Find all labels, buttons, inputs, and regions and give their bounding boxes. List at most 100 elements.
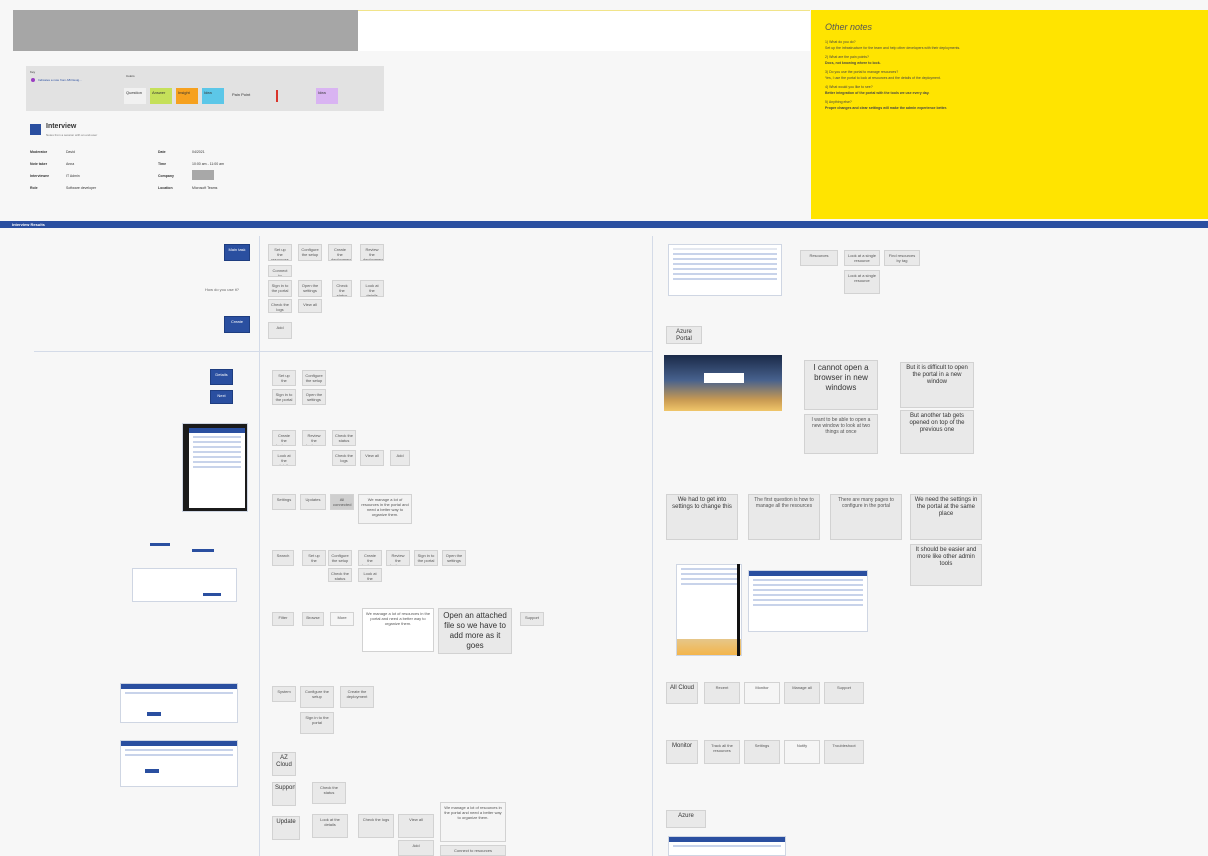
screenshot-bar — [150, 543, 170, 546]
legend-small-label: Key — [30, 70, 36, 74]
note-c1: Settings — [272, 494, 296, 510]
portal-sunset-screenshot — [664, 355, 782, 411]
next-button[interactable]: Next — [210, 390, 233, 404]
field-location-val: Microsoft Teams — [192, 186, 218, 190]
note-check-logs: Check the logs — [268, 299, 292, 313]
note-d1: Search — [272, 550, 294, 566]
note-b3: Check the status — [332, 430, 356, 446]
note-g7: View all — [398, 814, 434, 838]
note-az-manage: Manage all — [784, 682, 820, 704]
note-monitor-track: Track all the resources — [704, 740, 740, 764]
other-notes-line: 2) What are the pain points? — [825, 55, 869, 59]
mobile-app-screenshot — [676, 564, 742, 656]
note-f1: System — [272, 686, 296, 702]
note-d4: Create the deployment — [358, 550, 382, 566]
other-notes-line: 1) What do you do? — [825, 40, 856, 44]
field-interviewee-key: Interviewee — [30, 174, 50, 178]
bottom-screenshot — [668, 836, 786, 856]
field-company-redacted — [192, 170, 214, 180]
note-b1: Create the deployment — [272, 430, 296, 446]
note-monitor-settings: Settings — [744, 740, 780, 764]
other-notes-line: 4) What would you like to see? — [825, 85, 873, 89]
note-configure-setup: Configure the setup — [298, 244, 322, 261]
note-g10: Connect to resources — [440, 845, 506, 856]
note-f2: Configure the setup — [300, 686, 334, 708]
note-b7: Add — [390, 450, 410, 466]
legend-item-text: Indicates a note from AB Desig... — [38, 78, 82, 82]
other-notes-line: Proper changes and clear settings will m… — [825, 106, 947, 110]
note-g8: We manage a lot of resources in the port… — [440, 802, 506, 842]
note-check-status: Check the status — [332, 280, 352, 297]
details-button[interactable]: Details — [210, 369, 233, 385]
note-monitor-troubleshoot: Troubleshoot — [824, 740, 864, 764]
note-d3: Configure the setup — [328, 550, 352, 566]
legend-chip-insight: Insight — [176, 88, 198, 104]
note-single-resource: Look at a single resource — [844, 250, 880, 266]
note-open-settings: Open the settings — [298, 280, 322, 297]
field-interviewee-val: IT Admin — [66, 174, 80, 178]
create-button[interactable]: Create — [224, 316, 250, 333]
note-d5: Review the deployment — [386, 550, 410, 566]
legend-chip-answer: Answer — [150, 88, 172, 104]
note-a2: Configure the setup — [302, 370, 326, 386]
note-resources: Resources — [800, 250, 838, 266]
other-notes-line: Docs, not knowing where to look. — [825, 61, 881, 65]
other-notes-line: Better integration of the portal with th… — [825, 91, 930, 95]
field-moderator-val: David — [66, 150, 75, 154]
screenshot-dialog-1 — [120, 683, 238, 723]
note-easier-admin: It should be easier and more like other … — [910, 544, 982, 586]
note-sign-in: Sign in to the portal — [268, 280, 292, 297]
note-find-by-tag: Find resources by tag — [884, 250, 920, 266]
mobile-divider — [737, 564, 740, 656]
main-task-button[interactable]: Main task — [224, 244, 250, 261]
left-vertical-divider — [259, 236, 260, 856]
phone-screen — [189, 428, 245, 508]
legend-chip-pain-point: Pain Point — [230, 90, 264, 102]
note-row-big-4: We need the settings in the portal at th… — [910, 494, 982, 540]
other-notes-line: 3) Do you use the portal to manage resou… — [825, 70, 899, 74]
legend-dot — [31, 78, 35, 82]
note-b4: Look at the details — [272, 450, 296, 466]
note-b6: View all — [360, 450, 384, 466]
note-g4: Update — [272, 816, 300, 840]
note-az-support: Support — [824, 682, 864, 704]
results-band: Interview Results — [0, 221, 1208, 228]
note-g9: Add — [398, 840, 434, 856]
note-tab-on-top: But another tab gets opened on top of th… — [900, 410, 974, 454]
section-az-cloud: All Cloud — [666, 682, 698, 704]
screenshot-small-2 — [132, 568, 237, 602]
note-setup-resources: Set up the resources — [268, 244, 292, 261]
section-azure-portal: Azure Portal — [666, 326, 702, 344]
note-g5: Look at the details — [312, 814, 348, 838]
legend-colors-label: Colors — [126, 74, 135, 78]
top-white-header — [358, 10, 810, 51]
note-row-big-1: We had to get into settings to change th… — [666, 494, 738, 540]
note-e2: Browse — [302, 612, 324, 626]
legend-chip-idea-2: Idea — [316, 88, 338, 104]
other-notes-line: Yes, I use the portal to look at resourc… — [825, 76, 941, 80]
legend-chip-idea: Idea — [202, 88, 224, 104]
legend-chip-question: Question — [124, 88, 146, 104]
note-b2: Review the deployment — [302, 430, 326, 446]
field-time-val: 10:00 am - 11:00 am — [192, 162, 225, 166]
note-e6: Support — [520, 612, 544, 626]
resource-list-screenshot — [668, 244, 782, 296]
interview-subtitle: Notes from a session with an end-user — [46, 133, 98, 137]
note-d6: Sign in to the portal — [414, 550, 438, 566]
note-f3: Create the deployment — [340, 686, 374, 708]
note-create-deployment: Create the deployment — [328, 244, 352, 261]
note-d8: Check the status — [328, 568, 352, 582]
field-moderator-key: Moderator — [30, 150, 48, 154]
note-c4-long: We manage a lot of resources in the port… — [358, 494, 412, 524]
field-date-key: Date — [158, 150, 166, 154]
screenshot-small-1 — [132, 531, 227, 558]
screenshot-bar — [145, 769, 159, 773]
section-azure: Azure — [666, 810, 706, 828]
note-row-big-3: There are many pages to configure in the… — [830, 494, 902, 540]
top-gray-header — [13, 10, 358, 51]
note-resources-sub: Look at a single resource — [844, 270, 880, 294]
screenshot-bar — [203, 593, 221, 596]
note-e3: More — [330, 612, 354, 626]
field-date-val: 04/2021 — [192, 150, 205, 154]
note-e1: Filter — [272, 612, 294, 626]
